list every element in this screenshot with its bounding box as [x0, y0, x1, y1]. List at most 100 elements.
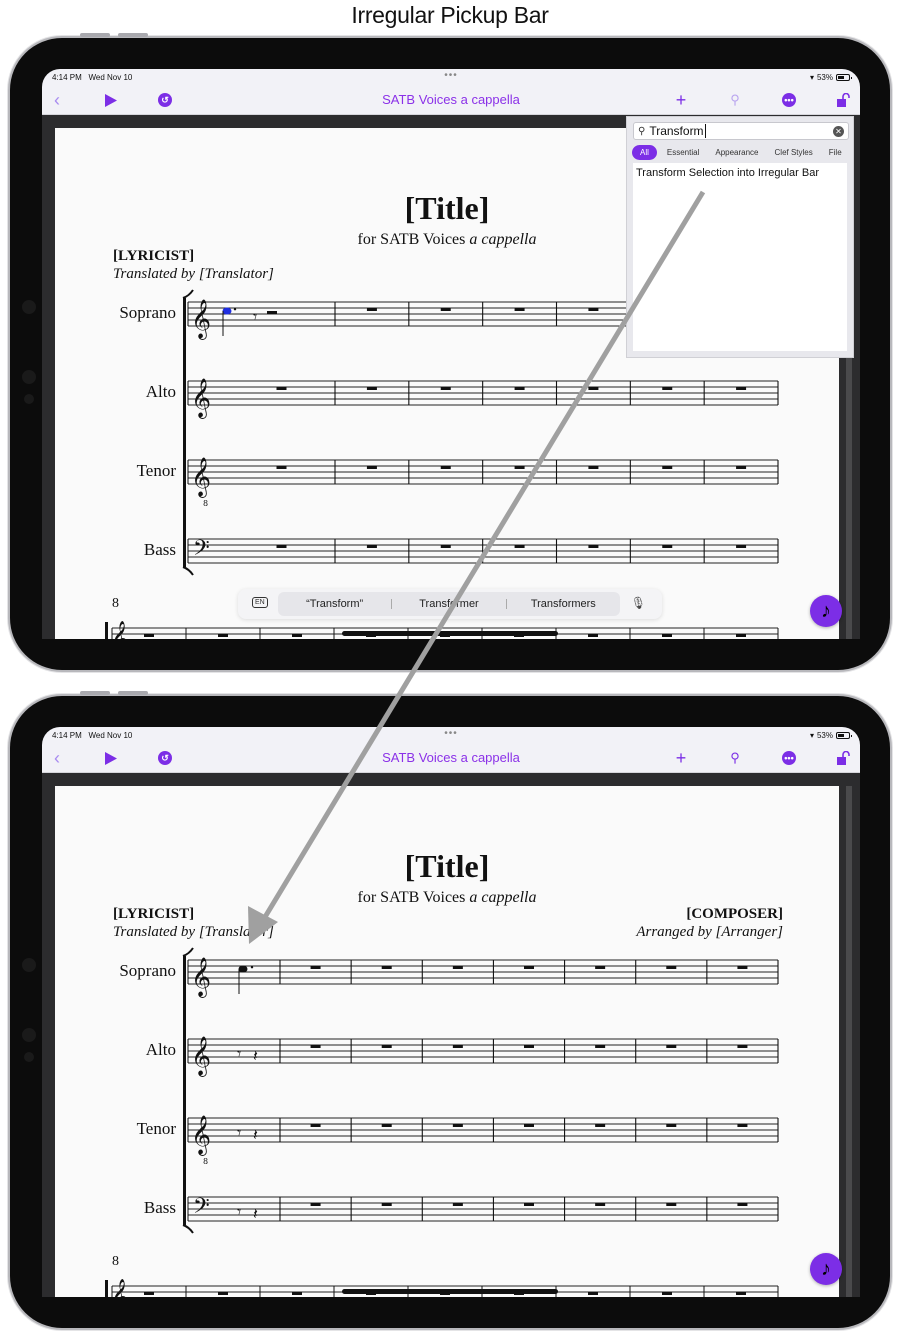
wifi-icon: ▾ — [809, 731, 814, 740]
octave-marker: 8 — [203, 1157, 208, 1166]
whole-rest — [662, 466, 673, 469]
note-input-button[interactable]: ♪ — [810, 1253, 842, 1285]
whole-rest — [588, 634, 598, 637]
more-button[interactable]: ••• — [780, 91, 798, 109]
whole-rest — [310, 1203, 321, 1206]
whole-rest — [524, 966, 534, 969]
score-page[interactable]: [Title] for SATB Voices a cappella [LYRI… — [55, 786, 839, 1297]
plus-icon: + — [675, 89, 687, 110]
search-icon: ⚲ — [730, 92, 740, 107]
suggestion-words: “Transform” Transformer Transformers — [278, 592, 620, 616]
whole-rest — [366, 466, 377, 469]
status-bar: 4:14 PM Wed Nov 10 ••• ▾ 53% — [42, 69, 860, 85]
whole-rest — [514, 545, 525, 548]
hardware-button — [118, 33, 148, 37]
whole-rest — [666, 1045, 677, 1048]
whole-rest — [218, 634, 228, 637]
whole-rest — [218, 1292, 228, 1295]
filter-clef-styles[interactable]: Clef Styles — [767, 145, 821, 160]
suggestion-item[interactable]: Transformer — [392, 598, 505, 610]
whole-rest — [662, 387, 673, 390]
whole-rest — [276, 545, 287, 548]
selected-note-head — [222, 307, 232, 315]
suggestion-item[interactable]: Transformers — [507, 598, 620, 610]
search-button[interactable]: ⚲ — [726, 91, 744, 109]
battery-icon — [836, 74, 852, 81]
whole-rest — [366, 545, 377, 548]
lock-button[interactable] — [834, 749, 852, 767]
multitask-dots[interactable]: ••• — [444, 728, 458, 739]
whole-rest — [310, 1124, 321, 1127]
keyboard-suggestion-bar: EN “Transform” Transformer Transformers … — [238, 589, 662, 619]
more-button[interactable]: ••• — [780, 749, 798, 767]
filter-file[interactable]: File — [821, 145, 842, 160]
whole-rest — [588, 466, 599, 469]
plus-icon: + — [675, 747, 687, 768]
sensor — [24, 1052, 34, 1062]
score-systems[interactable]: 𝄞𝄞 𝄾 𝄽𝄞8𝄾 𝄽𝄢 𝄾 𝄽𝄞 — [55, 786, 839, 1297]
note-input-button[interactable]: ♪ — [810, 595, 842, 627]
treble-clef: 𝄞 — [191, 1115, 211, 1156]
whole-rest — [381, 1203, 392, 1206]
status-bar: 4:14 PM Wed Nov 10 ••• ▾ 53% — [42, 727, 860, 743]
language-icon[interactable]: EN — [252, 597, 268, 608]
command-search-input[interactable]: ⚲ Transform ✕ — [633, 122, 849, 140]
bracket-hook — [182, 289, 194, 299]
sensor — [24, 394, 34, 404]
hardware-button — [118, 691, 148, 695]
eighth-rest: 𝄾 — [237, 1044, 241, 1063]
whole-rest — [381, 966, 392, 969]
whole-rest — [144, 1292, 154, 1295]
command-search-popover: ⚲ Transform ✕ All Essential Appearance C… — [626, 116, 854, 358]
note-head — [238, 965, 248, 973]
whole-rest — [737, 1124, 748, 1127]
system-bracket — [105, 1280, 108, 1297]
whole-rest — [595, 1124, 606, 1127]
whole-rest — [595, 1045, 606, 1048]
whole-rest — [381, 1045, 392, 1048]
clear-search-icon[interactable]: ✕ — [833, 126, 844, 137]
whole-rest — [737, 966, 748, 969]
multitask-dots[interactable]: ••• — [444, 70, 458, 81]
battery-percent: 53% — [816, 731, 833, 740]
augmentation-dot — [250, 966, 254, 969]
filter-essential[interactable]: Essential — [659, 145, 707, 160]
whole-rest — [662, 634, 672, 637]
search-icon: ⚲ — [638, 125, 646, 137]
home-indicator[interactable] — [342, 1289, 558, 1294]
music-note-icon: ♪ — [821, 1257, 831, 1280]
lock-button[interactable] — [834, 91, 852, 109]
whole-rest — [452, 1045, 463, 1048]
battery-icon — [836, 732, 852, 739]
status-time: 4:14 PM Wed Nov 10 — [52, 73, 133, 82]
microphone-icon[interactable]: 🎙︎ — [631, 596, 646, 610]
bracket-hook — [182, 566, 194, 576]
filter-appearance[interactable]: Appearance — [707, 145, 766, 160]
filter-all[interactable]: All — [632, 144, 657, 160]
augmentation-dot — [233, 308, 237, 311]
whole-rest — [514, 308, 525, 311]
whole-rest — [144, 634, 154, 637]
search-button[interactable]: ⚲ — [726, 749, 744, 767]
status-time: 4:14 PM Wed Nov 10 — [52, 731, 133, 740]
home-indicator[interactable] — [342, 631, 558, 636]
whole-rest — [736, 634, 746, 637]
suggestion-item[interactable]: “Transform” — [278, 598, 391, 610]
search-result-item[interactable]: Transform Selection into Irregular Bar — [633, 163, 847, 183]
add-button[interactable]: + — [672, 747, 690, 768]
eighth-rest: 𝄾 — [237, 1123, 241, 1142]
quarter-rest: 𝄽 — [253, 1204, 258, 1223]
whole-rest — [276, 387, 287, 390]
whole-rest — [452, 966, 463, 969]
treble-clef: 𝄞 — [191, 378, 211, 419]
add-button[interactable]: + — [672, 89, 690, 110]
treble-clef: 𝄞 — [191, 457, 211, 498]
whole-rest — [736, 466, 747, 469]
treble-clef: 𝄞 — [191, 957, 211, 998]
document-area: [Title] for SATB Voices a cappella [LYRI… — [42, 774, 860, 1297]
whole-rest — [514, 466, 525, 469]
whole-rest — [736, 1292, 746, 1295]
whole-rest — [524, 1124, 534, 1127]
music-note-icon: ♪ — [821, 599, 831, 622]
sensor — [22, 1028, 36, 1042]
